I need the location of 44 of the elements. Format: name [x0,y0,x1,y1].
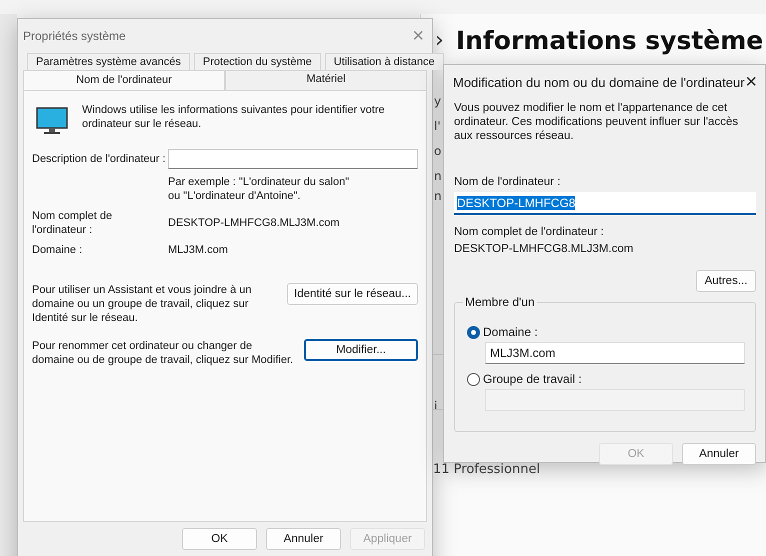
tab[interactable]: Protection du système [194,53,321,70]
cut-off-text: l' [434,119,441,133]
full-name-label: Nom complet de l'ordinateur : [32,209,114,237]
dialog-button[interactable]: Annuler [266,528,341,550]
radio-label: Domaine : [483,325,538,339]
radio-button[interactable] [467,372,480,386]
full-name-value: DESKTOP-LMHFCG8.MLJ3M.com [168,216,341,230]
tab[interactable]: Utilisation à distance [324,53,444,70]
tab[interactable]: Nom de l'ordinateur [23,70,225,90]
breadcrumb-chevron: › [435,28,444,53]
window-title: Modification du nom ou du domaine de l'ordinateur [453,74,745,90]
name-field[interactable]: DESKTOP-LMHFCG8 [454,192,756,215]
domain-field[interactable]: MLJ3M.com [485,342,745,364]
more-button[interactable]: Autres... [696,270,756,292]
group-legend: Membre d'un [463,295,537,309]
monitor-icon [36,107,68,135]
windows-edition: 11 Professionnel [433,462,540,477]
full-name-value: DESKTOP-LMHFCG8.MLJ3M.com [454,242,634,256]
instruction-text: Pour renommer cet ordinateur ou changer de domaine ou de groupe de travail, cliquez sur Modifier. [32,339,294,367]
description-field[interactable] [168,149,418,169]
tab[interactable]: Paramètres système avancés [27,53,190,70]
domain-label: Domaine : [32,243,84,257]
full-name-label: Nom complet de l'ordinateur : [454,225,605,239]
radio-label: Groupe de travail : [483,372,582,386]
close-button[interactable]: × [745,72,757,92]
example-text: Par exemple : "L'ordinateur du salon" ou "L'ordinateur d'Antoine". [168,175,350,203]
radio-button[interactable] [467,326,480,338]
action-button[interactable]: Identité sur le réseau... [287,283,418,305]
intro-text: Windows utilise les informations suivantes pour identifier votre ordinateur sur le réseau. [82,103,386,131]
dialog-button[interactable]: Annuler [682,443,756,465]
intro-text: Vous pouvez modifier le nom et l'appartenance de cet ordinateur. Ces modifications peuvent influer sur l'accès aux ressources réseau. [454,101,740,143]
page-heading: Informations système [456,26,764,55]
cut-off-text: n [434,189,442,203]
cut-off-text: o [434,144,442,158]
action-button[interactable]: Modifier... [304,339,418,361]
tab[interactable]: Matériel [225,70,427,90]
name-label: Nom de l'ordinateur : [454,175,562,189]
window-title: Propriétés système [23,29,126,43]
cut-off-text: y [434,94,442,108]
instruction-text: Pour utiliser un Assistant et vous joindre à un domaine ou un groupe de travail, cliquez sur Identité sur le réseau. [32,283,253,325]
dialog-button[interactable]: OK [182,528,257,550]
domain-value: MLJ3M.com [168,243,229,257]
cut-off-text: n [434,169,442,183]
description-label: Description de l'ordinateur : [32,152,167,166]
